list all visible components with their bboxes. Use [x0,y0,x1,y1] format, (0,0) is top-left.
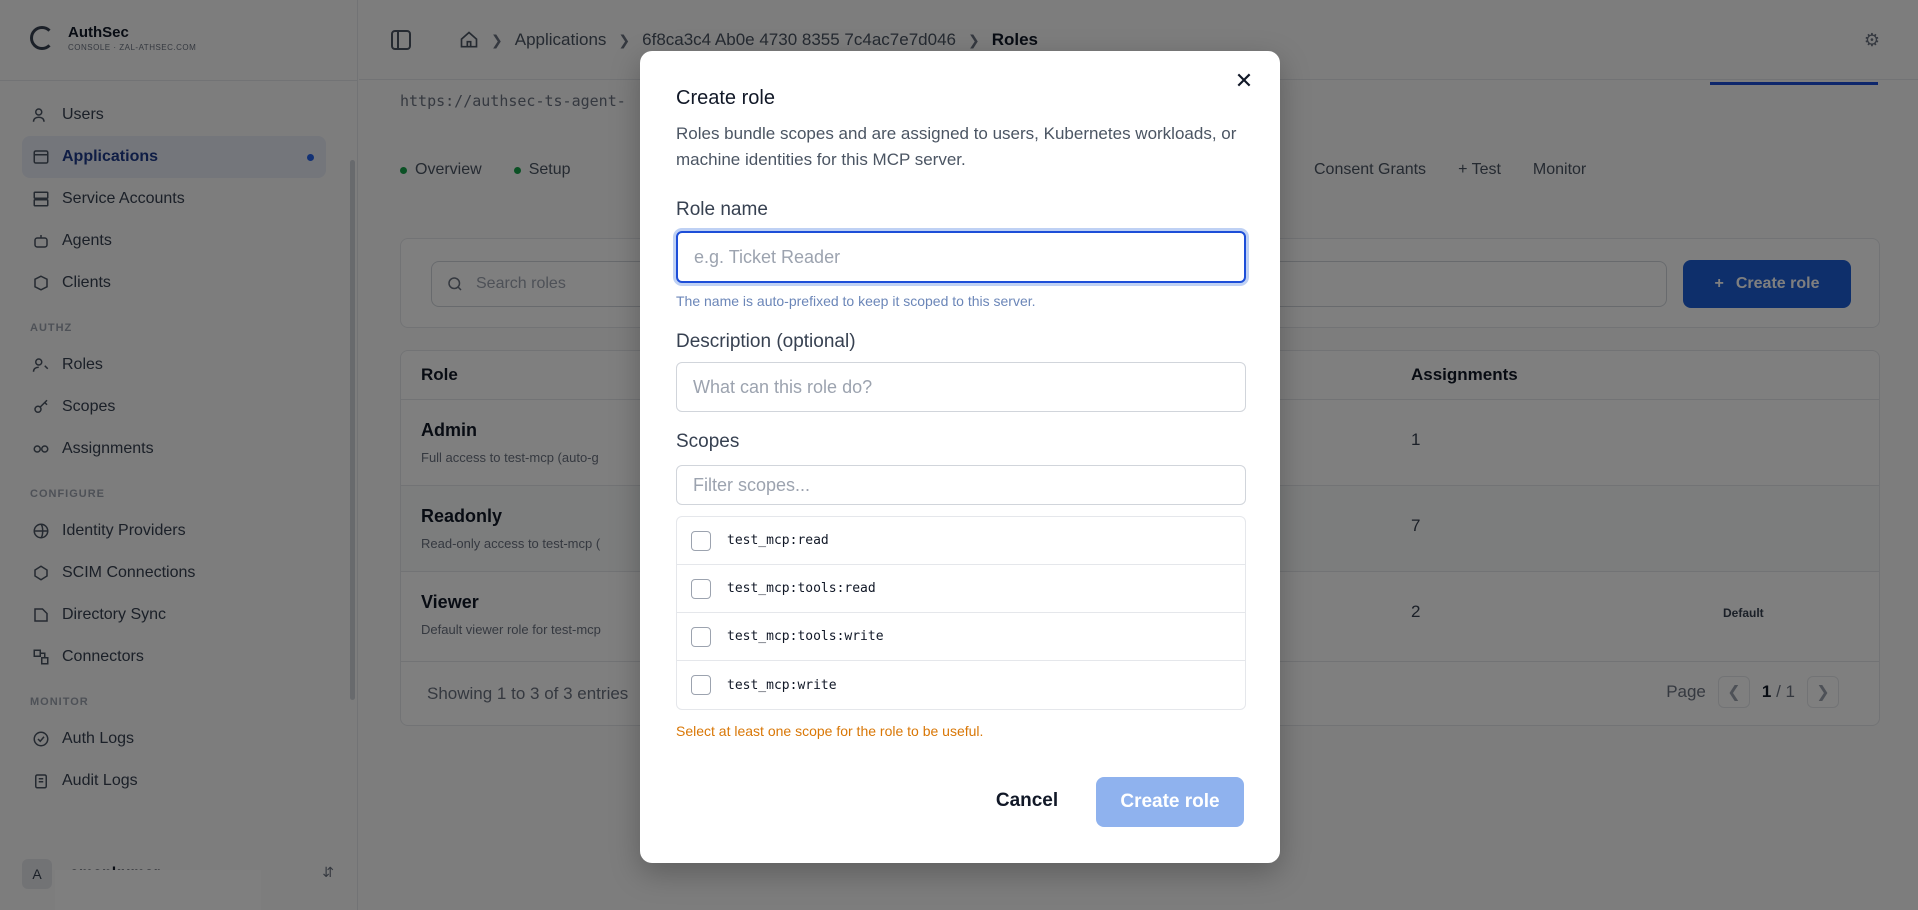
description-input[interactable] [676,362,1246,412]
role-name-input[interactable] [676,231,1246,283]
scopes-label: Scopes [676,431,740,452]
dialog-title: Create role [676,87,775,109]
scope-warning: Select at least one scope for the role t… [676,723,984,739]
scope-name: test_mcp:write [727,677,837,693]
scope-checkbox[interactable] [691,675,711,695]
scope-checkbox[interactable] [691,626,711,647]
scope-list: test_mcp:read test_mcp:tools:read test_m… [676,516,1246,710]
create-role-dialog: ✕ Create role Roles bundle scopes and ar… [640,51,1280,863]
scope-name: test_mcp:tools:read [727,581,876,596]
dialog-description: Roles bundle scopes and are assigned to … [676,124,1237,169]
description-label: Description (optional) [676,331,856,352]
close-icon[interactable]: ✕ [1230,67,1258,95]
scope-item[interactable]: test_mcp:tools:read [677,565,1245,613]
scope-name: test_mcp:tools:write [727,629,884,644]
scope-checkbox[interactable] [691,530,711,551]
role-name-label: Role name [676,199,768,220]
scopes-filter-input[interactable] [676,465,1246,505]
scope-name: test_mcp:read [727,533,829,548]
scope-checkbox[interactable] [691,578,711,599]
scope-item[interactable]: test_mcp:tools:write [677,613,1245,661]
cancel-button[interactable]: Cancel [980,777,1074,825]
scope-item[interactable]: test_mcp:write [677,661,1245,709]
role-name-hint: The name is auto-prefixed to keep it sco… [676,293,1036,309]
scope-item[interactable]: test_mcp:read [677,517,1245,565]
submit-create-role-button[interactable]: Create role [1096,777,1244,827]
